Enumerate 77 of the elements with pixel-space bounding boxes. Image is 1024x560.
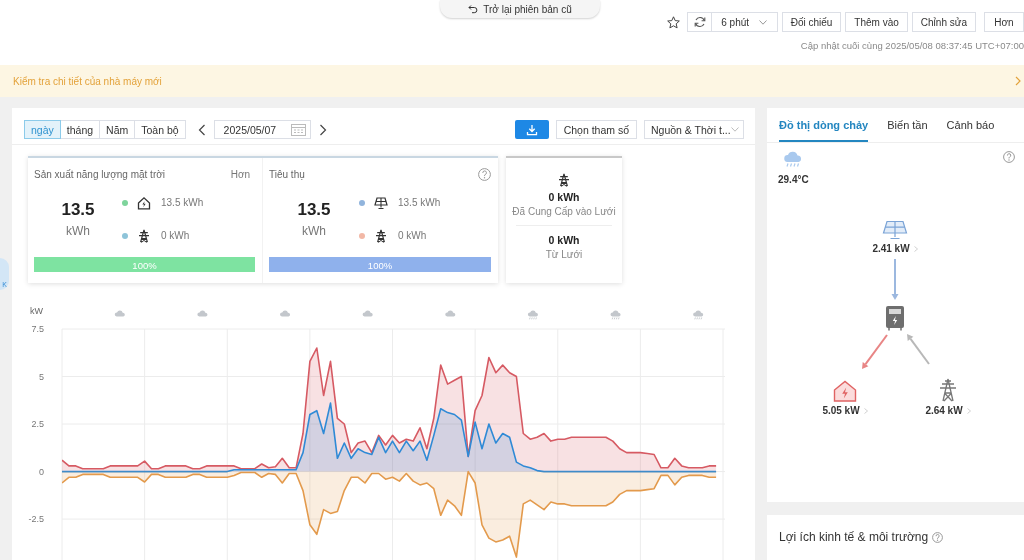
- pylon-icon: [137, 228, 151, 243]
- panel-tab[interactable]: Đồ thị dòng chảy: [779, 108, 869, 142]
- chevron-left-icon[interactable]: [197, 123, 206, 136]
- axis-label: kW: [30, 306, 43, 316]
- chevron-down-icon: [759, 19, 768, 25]
- house-icon: [137, 195, 151, 210]
- power-value: 2.64 kW: [925, 405, 963, 416]
- power-value: 5.05 kW: [822, 405, 860, 416]
- panel-title: Tiêu thụ: [269, 168, 305, 180]
- help-icon: [478, 167, 491, 181]
- grid-energy-value: 0 kWh: [548, 191, 580, 203]
- grid-energy-label: Đã Cung Cấp vào Lưới: [512, 206, 616, 217]
- cloud-icon: [280, 310, 291, 317]
- rain-cloud-icon: [693, 310, 704, 320]
- axis-tick-label: 2.5: [31, 419, 44, 430]
- benefits-title: Lợi ích kinh tế & môi trường: [779, 530, 929, 544]
- solar-panel-icon: [882, 220, 908, 240]
- progress-label: 100%: [367, 259, 393, 270]
- grid-energy-label: Từ Lưới: [545, 249, 583, 260]
- download-button[interactable]: [514, 120, 549, 139]
- rain-cloud-icon: [527, 310, 538, 320]
- rain-cloud-icon: [784, 151, 802, 168]
- grid-energy-value: 0 kWh: [548, 234, 580, 246]
- undo-icon: [468, 4, 479, 14]
- cloud-icon: [197, 310, 208, 317]
- chevron-down-icon: [730, 127, 739, 132]
- toolbar-button[interactable]: Thêm vào: [845, 12, 908, 32]
- total-value: 13.5: [297, 200, 331, 220]
- axis-tick-label: 0: [39, 466, 44, 477]
- toolbar-button[interactable]: Chỉnh sửa: [911, 12, 976, 32]
- period-tab[interactable]: Toàn bộ: [134, 120, 186, 139]
- refresh-interval-dropdown[interactable]: 6 phút: [710, 12, 778, 32]
- temperature-text: 29.4°C: [778, 174, 809, 185]
- panel-title: Sản xuất năng lượng mặt trời: [34, 168, 165, 180]
- total-unit: kWh: [66, 224, 90, 238]
- calendar-icon: [290, 123, 306, 136]
- total-value: 13.5: [61, 200, 95, 220]
- date-field[interactable]: 2025/05/07: [213, 120, 311, 139]
- toolbar-button[interactable]: Hơn: [984, 12, 1024, 32]
- refresh-icon: [693, 16, 706, 28]
- notice-text: Kiểm tra chi tiết của nhà máy mới: [13, 75, 162, 87]
- inverter-icon: [885, 305, 905, 331]
- toolbar-button[interactable]: Đối chiếu: [781, 12, 842, 32]
- power-value: 2.41 kW: [872, 243, 910, 254]
- pylon-icon: [938, 378, 958, 402]
- source-time-dropdown[interactable]: Nguồn & Thời t...: [644, 120, 744, 139]
- source-value: 0 kWh: [398, 230, 427, 241]
- pylon-icon: [557, 173, 571, 187]
- axis-tick-label: -2.5: [28, 514, 44, 525]
- more-link[interactable]: Hơn: [230, 168, 250, 180]
- last-updated-text: Cập nhật cuối cùng 2025/05/08 08:37:45 UTC+07:00: [800, 40, 1024, 51]
- panel-tab[interactable]: Cảnh báo: [946, 108, 995, 142]
- solar-panel-icon: [374, 195, 388, 210]
- chevron-right-icon[interactable]: [318, 123, 327, 136]
- cloud-icon: [362, 310, 373, 317]
- help-icon: [932, 531, 944, 543]
- house-icon: [833, 380, 857, 402]
- pylon-icon: [374, 228, 388, 243]
- back-to-old-version-tab[interactable]: Trở lại phiên bản cũ: [440, 0, 600, 18]
- axis-tick-label: 5: [39, 371, 44, 382]
- select-parameters-button[interactable]: Chọn tham số: [555, 120, 637, 139]
- period-tab[interactable]: Năm: [99, 120, 136, 139]
- download-icon: [525, 123, 538, 136]
- source-value: 13.5 kWh: [161, 197, 204, 208]
- source-value: 0 kWh: [161, 230, 190, 241]
- rain-cloud-icon: [610, 310, 621, 320]
- axis-tick-label: 7.5: [31, 324, 44, 334]
- total-unit: kWh: [302, 224, 326, 238]
- period-tab[interactable]: tháng: [59, 120, 101, 139]
- cloud-icon: [114, 310, 125, 317]
- source-value: 13.5 kWh: [398, 197, 441, 208]
- refresh-button[interactable]: [686, 12, 712, 32]
- star-icon[interactable]: [666, 15, 680, 29]
- progress-label: 100%: [132, 259, 157, 270]
- help-icon: [1003, 151, 1015, 163]
- panel-tab[interactable]: Biến tần: [887, 108, 928, 142]
- cloud-icon: [445, 310, 456, 317]
